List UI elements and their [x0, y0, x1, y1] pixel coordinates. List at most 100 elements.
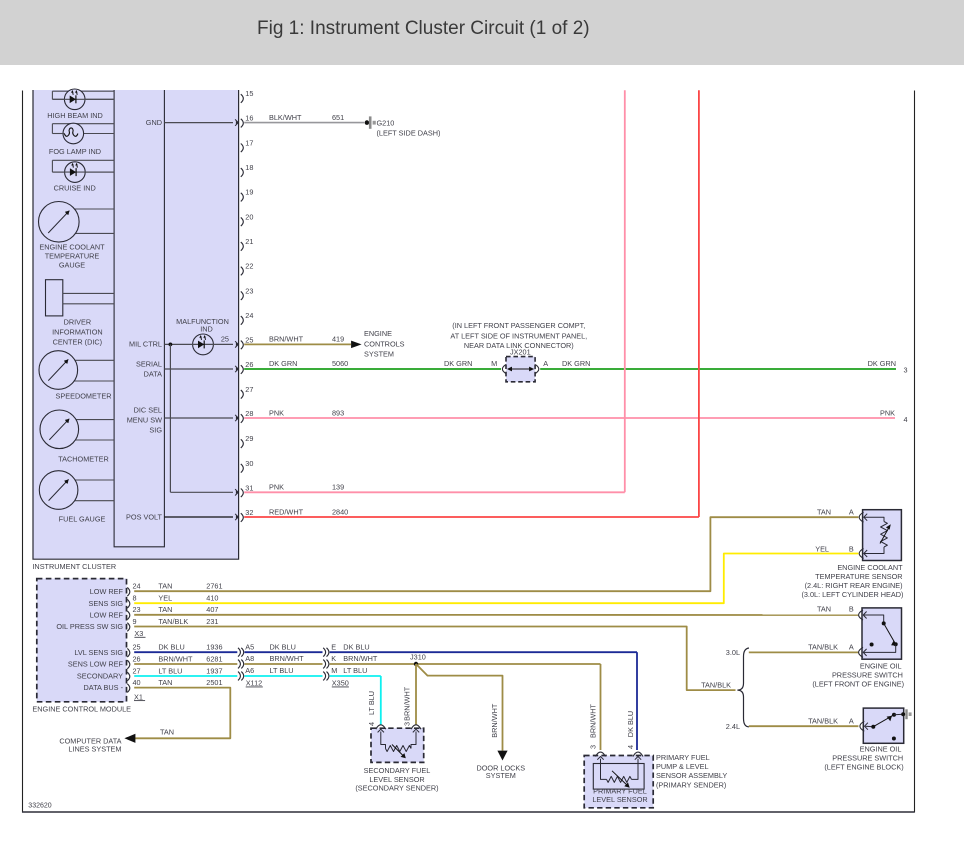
svg-text:X1: X1	[134, 692, 143, 701]
svg-text:SENS LOW REF: SENS LOW REF	[68, 660, 124, 669]
svg-text:RED/WHT: RED/WHT	[269, 507, 304, 516]
svg-text:32: 32	[245, 508, 253, 517]
svg-text:ENGINE COOLANT: ENGINE COOLANT	[837, 563, 903, 572]
svg-text:30: 30	[245, 459, 253, 468]
svg-text:B: B	[849, 545, 854, 554]
svg-text:DK GRN: DK GRN	[269, 359, 297, 368]
svg-text:CRUISE IND: CRUISE IND	[54, 184, 96, 193]
svg-text:BRN/WHT: BRN/WHT	[589, 703, 598, 738]
svg-text:419: 419	[332, 335, 344, 344]
svg-text:FUEL GAUGE: FUEL GAUGE	[59, 515, 106, 524]
svg-text:2761: 2761	[206, 582, 222, 591]
svg-text:22: 22	[245, 262, 253, 271]
svg-text:PRESSURE SWITCH: PRESSURE SWITCH	[832, 754, 903, 763]
svg-text:YEL: YEL	[158, 594, 172, 603]
svg-text:LINES SYSTEM: LINES SYSTEM	[68, 745, 121, 754]
svg-text:FOG LAMP IND: FOG LAMP IND	[49, 147, 101, 156]
svg-text:231: 231	[206, 617, 218, 626]
svg-text:TACHOMETER: TACHOMETER	[58, 455, 109, 464]
svg-text:(LEFT FRONT OF ENGINE): (LEFT FRONT OF ENGINE)	[812, 680, 904, 689]
svg-text:3.0L: 3.0L	[726, 648, 740, 657]
svg-text:HIGH BEAM IND: HIGH BEAM IND	[47, 111, 103, 120]
svg-text:MENU SW: MENU SW	[127, 415, 162, 424]
svg-text:25: 25	[133, 643, 141, 652]
svg-text:5060: 5060	[332, 359, 348, 368]
svg-text:LOW REF: LOW REF	[90, 610, 124, 619]
svg-text:POS VOLT: POS VOLT	[126, 513, 162, 522]
svg-text:GAUGE: GAUGE	[59, 261, 85, 270]
svg-text:(LEFT SIDE DASH): (LEFT SIDE DASH)	[377, 128, 441, 137]
svg-text:E: E	[331, 642, 336, 651]
svg-text:PUMP & LEVEL: PUMP & LEVEL	[656, 762, 709, 771]
svg-text:8: 8	[133, 594, 137, 603]
svg-text:A: A	[543, 359, 548, 368]
svg-text:332620: 332620	[28, 803, 51, 810]
svg-text:LT BLU: LT BLU	[158, 666, 182, 675]
svg-text:LOW REF: LOW REF	[90, 587, 124, 596]
svg-text:BRN/WHT: BRN/WHT	[269, 335, 304, 344]
svg-text:B: B	[849, 605, 854, 614]
svg-text:19: 19	[245, 188, 253, 197]
svg-text:LT BLU: LT BLU	[367, 691, 376, 715]
svg-text:TAN: TAN	[817, 507, 831, 516]
svg-text:INSTRUMENT CLUSTER: INSTRUMENT CLUSTER	[32, 562, 116, 571]
svg-text:4: 4	[904, 415, 908, 424]
svg-text:TEMPERATURE: TEMPERATURE	[45, 252, 100, 261]
svg-text:LT BLU: LT BLU	[270, 666, 294, 675]
svg-text:139: 139	[332, 483, 344, 492]
svg-text:2.4L: 2.4L	[726, 722, 740, 731]
svg-text:651: 651	[332, 113, 344, 122]
svg-text:BLK/WHT: BLK/WHT	[269, 113, 302, 122]
svg-text:TAN: TAN	[158, 605, 172, 614]
svg-text:X3: X3	[134, 629, 143, 638]
svg-text:DK BLU: DK BLU	[270, 642, 296, 651]
svg-text:LVL SENS SIG: LVL SENS SIG	[74, 648, 123, 657]
svg-text:(SECONDARY SENDER): (SECONDARY SENDER)	[355, 783, 438, 792]
svg-text:16: 16	[245, 114, 253, 123]
svg-text:GND: GND	[146, 118, 162, 127]
svg-text:24: 24	[245, 311, 253, 320]
svg-text:SERIAL: SERIAL	[136, 359, 162, 368]
svg-text:CONTROLS: CONTROLS	[364, 339, 405, 348]
svg-text:(2.4L: RIGHT REAR ENGINE): (2.4L: RIGHT REAR ENGINE)	[805, 581, 903, 590]
svg-text:YEL: YEL	[815, 545, 829, 554]
svg-text:TAN/BLK: TAN/BLK	[808, 716, 838, 725]
svg-text:G210: G210	[377, 118, 395, 127]
svg-text:NEAR DATA LINK CONNECTOR): NEAR DATA LINK CONNECTOR)	[464, 341, 574, 350]
svg-text:SIG: SIG	[149, 425, 162, 434]
svg-text:MIL CTRL: MIL CTRL	[129, 340, 162, 349]
svg-text:DATA BUS -: DATA BUS -	[84, 683, 124, 692]
svg-text:24: 24	[133, 582, 141, 591]
svg-text:SYSTEM: SYSTEM	[486, 771, 516, 780]
svg-text:SECONDARY: SECONDARY	[77, 672, 123, 681]
svg-text:A5: A5	[245, 642, 254, 651]
svg-text:(PRIMARY SENDER): (PRIMARY SENDER)	[656, 781, 726, 790]
svg-text:27: 27	[133, 666, 141, 675]
svg-text:ENGINE OIL: ENGINE OIL	[860, 745, 902, 754]
svg-text:ENGINE OIL: ENGINE OIL	[860, 662, 902, 671]
svg-text:AT LEFT SIDE OF INSTRUMENT PAN: AT LEFT SIDE OF INSTRUMENT PANEL,	[450, 331, 587, 340]
svg-text:DK GRN: DK GRN	[868, 359, 896, 368]
svg-text:OIL PRESS SW SIG: OIL PRESS SW SIG	[56, 622, 123, 631]
svg-text:INFORMATION: INFORMATION	[52, 328, 103, 337]
svg-text:3: 3	[589, 745, 598, 749]
svg-text:TAN/BLK: TAN/BLK	[808, 643, 838, 652]
svg-text:DK GRN: DK GRN	[562, 359, 590, 368]
svg-text:ENGINE: ENGINE	[364, 329, 392, 338]
svg-text:4: 4	[626, 745, 635, 749]
svg-text:X112: X112	[246, 679, 263, 688]
svg-text:IND: IND	[200, 324, 213, 333]
svg-text:BRN/WHT: BRN/WHT	[403, 686, 412, 721]
svg-text:DRIVER: DRIVER	[64, 317, 92, 326]
svg-text:1937: 1937	[206, 666, 222, 675]
svg-text:SPEEDOMETER: SPEEDOMETER	[56, 391, 112, 400]
svg-text:3: 3	[904, 366, 908, 375]
svg-text:TAN/BLK: TAN/BLK	[158, 617, 188, 626]
svg-text:DIC SEL: DIC SEL	[134, 405, 162, 414]
svg-text:2840: 2840	[332, 507, 348, 516]
svg-text:CENTER (DIC): CENTER (DIC)	[53, 337, 102, 346]
svg-text:9: 9	[133, 617, 137, 626]
svg-text:TAN/BLK: TAN/BLK	[701, 680, 731, 689]
svg-text:410: 410	[206, 594, 218, 603]
svg-text:ENGINE CONTROL MODULE: ENGINE CONTROL MODULE	[32, 704, 131, 713]
